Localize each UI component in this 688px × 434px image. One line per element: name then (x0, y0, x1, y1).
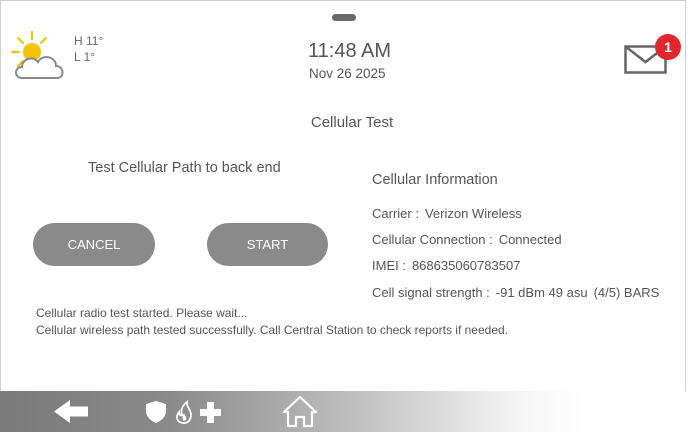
home-icon (282, 395, 318, 428)
imei-row: IMEI : 868635060783507 (372, 258, 520, 273)
carrier-label: Carrier : (372, 206, 419, 221)
temperature-low: L 1° (74, 50, 96, 64)
back-arrow-icon (54, 400, 88, 423)
connection-value: Connected (498, 232, 562, 247)
imei-label: IMEI : (372, 258, 406, 273)
back-button[interactable] (52, 391, 92, 432)
start-button[interactable]: START (207, 223, 328, 266)
messages-button[interactable]: 1 (624, 34, 681, 80)
temperature-high: H 11° (74, 34, 104, 48)
clock-date: Nov 26 2025 (309, 66, 386, 81)
connection-label: Cellular Connection : (372, 232, 493, 247)
signal-label: Cell signal strength : (372, 285, 490, 300)
log-line: Cellular wireless path tested successful… (36, 323, 509, 337)
weather-widget[interactable]: H 11° L 1° (8, 30, 118, 90)
imei-value: 868635060783507 (411, 258, 521, 273)
cellular-info-heading: Cellular Information (372, 172, 498, 188)
carrier-value: Verizon Wireless (424, 206, 522, 221)
log-line: Cellular radio test started. Please wait… (36, 306, 248, 320)
bottom-nav-bar (0, 391, 686, 432)
clock-time: 11:48 AM (308, 40, 392, 62)
partly-cloudy-icon (10, 30, 64, 79)
security-button[interactable] (144, 391, 228, 432)
signal-row: Cell signal strength : -91 dBm 49 asu (4/5… (372, 285, 659, 300)
carrier-row: Carrier : Verizon Wireless (372, 206, 522, 221)
page-title: Cellular Test (310, 114, 394, 131)
home-button[interactable] (282, 391, 318, 432)
unread-count-badge: 1 (655, 34, 681, 60)
cancel-button[interactable]: CANCEL (33, 223, 155, 266)
connection-row: Cellular Connection : Connected (372, 232, 562, 247)
signal-value: -91 dBm 49 asu (495, 285, 588, 300)
test-path-heading: Test Cellular Path to back end (88, 160, 281, 176)
pull-down-handle[interactable] (332, 14, 356, 21)
security-icon (146, 399, 221, 424)
signal-bars: (4/5) BARS (593, 285, 660, 300)
